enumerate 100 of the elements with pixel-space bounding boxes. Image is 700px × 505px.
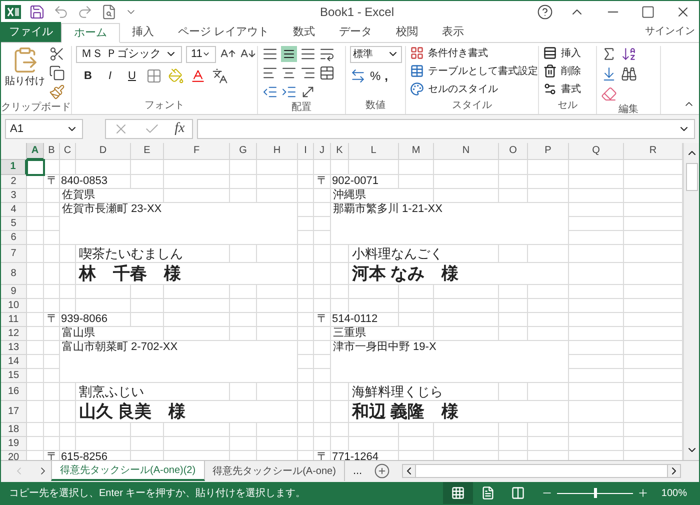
column-header[interactable]: A (27, 142, 44, 160)
column-header[interactable]: C (60, 142, 76, 160)
name-box[interactable]: A1 (5, 118, 83, 139)
ribbon-tab[interactable]: データ (327, 22, 384, 42)
find-icon[interactable] (621, 66, 637, 82)
style-menu-button[interactable]: 条件付き書式 (410, 46, 538, 61)
insert-function-button[interactable]: fx (174, 118, 185, 140)
column-header[interactable]: L (349, 142, 399, 160)
ribbon-tab[interactable]: ホーム (61, 22, 120, 43)
ribbon-tab[interactable]: 表示 (430, 22, 476, 42)
column-header[interactable]: P (528, 142, 569, 160)
column-header[interactable]: H (257, 142, 298, 160)
zoom-in-icon[interactable] (637, 487, 650, 499)
sign-in-link[interactable]: サインイン (645, 24, 699, 42)
row-header[interactable]: 9 (1, 284, 27, 299)
column-header[interactable]: G (230, 142, 257, 160)
ribbon-tab[interactable]: ファイル (1, 22, 61, 42)
style-menu-button[interactable]: テーブルとして書式設定 (410, 64, 538, 79)
row-header[interactable]: 6 (1, 230, 27, 245)
cells-menu-button[interactable]: 挿入 (543, 46, 581, 61)
column-header[interactable]: N (434, 142, 499, 160)
row-header[interactable]: 18 (1, 422, 27, 437)
row-header[interactable]: 12 (1, 326, 27, 341)
currency-icon[interactable] (350, 68, 366, 84)
paste-button[interactable]: 貼り付け (5, 74, 45, 89)
zoom-slider[interactable] (557, 488, 634, 498)
merge-icon[interactable] (319, 64, 335, 81)
zoom-thumb[interactable] (594, 488, 598, 498)
format-toggle[interactable]: I (102, 68, 118, 84)
ribbon-tab[interactable]: 校閲 (384, 22, 430, 42)
row-header[interactable]: 15 (1, 368, 27, 383)
row-header[interactable]: 10 (1, 298, 27, 313)
row-header[interactable]: 5 (1, 216, 27, 231)
column-header[interactable]: D (76, 142, 131, 160)
percent-button[interactable]: % (370, 66, 381, 85)
sort-icon[interactable] (621, 46, 637, 62)
table-cell (569, 298, 624, 313)
table-cell (314, 244, 331, 263)
column-header[interactable]: M (399, 142, 434, 160)
row-header[interactable]: 14 (1, 354, 27, 369)
more-sheets-button[interactable]: ... (344, 461, 370, 482)
font-size-field[interactable]: 11 (186, 46, 216, 63)
row-header[interactable]: 7 (1, 244, 27, 263)
row-header[interactable]: 17 (1, 400, 27, 423)
new-sheet-icon[interactable] (374, 463, 390, 480)
number-format-field[interactable]: 標準 (350, 46, 402, 63)
column-header[interactable]: O (499, 142, 528, 160)
row-header[interactable]: 8 (1, 262, 27, 285)
zoom-level[interactable]: 100% (649, 486, 699, 500)
fill-color-icon[interactable] (168, 68, 184, 84)
view-button[interactable] (443, 482, 474, 504)
table-cell (314, 262, 331, 285)
scroll-thumb[interactable] (686, 162, 698, 191)
column-header[interactable]: I (298, 142, 314, 160)
column-header[interactable]: K (331, 142, 349, 160)
row-header[interactable]: 3 (1, 188, 27, 203)
row-header[interactable]: 19 (1, 436, 27, 451)
copy-icon[interactable] (49, 64, 65, 81)
fill-icon[interactable] (601, 66, 617, 82)
column-header[interactable]: E (131, 142, 164, 160)
row-header[interactable]: 4 (1, 202, 27, 217)
format-toggle[interactable]: B (80, 68, 96, 84)
row-header[interactable]: 13 (1, 340, 27, 355)
row-header[interactable]: 1 (1, 160, 27, 175)
help-icon[interactable] (537, 4, 553, 20)
column-header[interactable]: F (164, 142, 230, 160)
vertical-scrollbar[interactable] (683, 142, 699, 460)
ribbon-tab[interactable]: 数式 (281, 22, 328, 42)
row-header[interactable]: 2 (1, 174, 27, 189)
maximize-icon[interactable] (641, 4, 655, 19)
format-painter-icon[interactable] (49, 84, 65, 100)
formula-input[interactable] (197, 118, 695, 139)
ribbon-tab[interactable]: ページ レイアウト (166, 22, 282, 42)
undo-icon[interactable] (53, 4, 69, 20)
cut-icon[interactable] (49, 46, 65, 62)
column-header[interactable]: J (314, 142, 331, 160)
middle-align-icon[interactable] (281, 46, 297, 62)
row-header[interactable]: 11 (1, 312, 27, 327)
column-header[interactable]: B (44, 142, 60, 160)
selected-cell[interactable] (26, 158, 45, 176)
format-toggle[interactable]: U (124, 68, 140, 84)
ribbon-tab[interactable]: 挿入 (120, 22, 166, 42)
sheet-tab[interactable]: 得意先タックシール(A-one) (204, 461, 345, 482)
cells-menu-button[interactable]: 書式 (543, 82, 581, 97)
row-header[interactable]: 16 (1, 382, 27, 401)
font-color-icon[interactable] (190, 68, 206, 84)
scroll-thumb[interactable] (415, 465, 668, 478)
cells-menu-button[interactable]: 削除 (543, 64, 581, 79)
borders-icon[interactable] (146, 68, 162, 84)
sheet-tab[interactable]: 得意先タックシール(A-one)(2) (51, 461, 205, 482)
phonetic-icon[interactable] (212, 68, 228, 84)
column-header[interactable]: Q (569, 142, 624, 160)
comma-button[interactable]: , (384, 66, 388, 85)
redo-icon[interactable] (77, 4, 93, 20)
horizontal-scrollbar[interactable] (402, 464, 681, 478)
style-menu-button[interactable]: セルのスタイル (410, 82, 538, 97)
column-header[interactable]: R (624, 142, 683, 160)
print-preview-icon[interactable] (101, 4, 117, 20)
font-name-field[interactable]: ＭＳ Ｐゴシック (76, 46, 182, 63)
save-icon[interactable] (29, 4, 45, 20)
